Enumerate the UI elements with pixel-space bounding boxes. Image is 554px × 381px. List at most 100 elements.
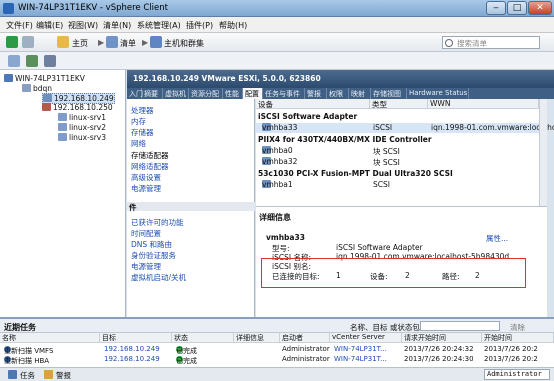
table-row[interactable]: vmhba0 块 SCSI <box>256 146 539 156</box>
host-header: 192.168.10.249 VMware ESXi, 5.0.0, 62386… <box>127 70 554 88</box>
nav-power-management-sw[interactable]: 电源管理 <box>131 261 161 272</box>
nav-networking[interactable]: 网络 <box>131 138 146 149</box>
column-header-vcenter[interactable]: vCenter Server <box>330 333 402 343</box>
nav-advanced-settings[interactable]: 高级设置 <box>131 172 161 183</box>
column-header-status[interactable]: 状态 <box>172 333 234 343</box>
close-button[interactable]: ✕ <box>528 1 552 15</box>
minimize-button[interactable]: ‒ <box>486 1 506 15</box>
home-icon[interactable] <box>57 36 69 48</box>
new-vm-icon[interactable] <box>8 55 20 67</box>
tab-configuration[interactable]: 配置 <box>243 88 263 99</box>
column-header-name[interactable]: 名称 <box>0 333 100 343</box>
column-header-initiator[interactable]: 启动者 <box>280 333 330 343</box>
vm-icon <box>58 123 67 131</box>
properties-link[interactable]: 属性... <box>486 233 508 244</box>
search-icon <box>445 39 453 47</box>
refresh-icon[interactable] <box>44 55 56 67</box>
task-target-link[interactable]: 192.168.10.249 <box>104 345 160 353</box>
column-header-target[interactable]: 目标 <box>100 333 172 343</box>
task-vcenter-link[interactable]: WIN-74LP31T... <box>334 355 387 363</box>
task-row[interactable]: 重新扫描 HBA 192.168.10.249 已完成 Administrato… <box>0 354 554 365</box>
nav-dns-routing[interactable]: DNS 和路由 <box>131 239 172 250</box>
search-inventory-input[interactable]: 搜索清单 <box>442 36 540 49</box>
task-target-link[interactable]: 192.168.10.249 <box>104 355 160 363</box>
column-header-device[interactable]: 设备 <box>256 99 370 109</box>
table-row[interactable]: vmhba33 iSCSI iqn.1998-01.com.vmware:loc… <box>256 123 554 133</box>
column-header-started[interactable]: 开始时间 <box>482 333 554 343</box>
nav-processors[interactable]: 处理器 <box>131 105 154 116</box>
window-title: WIN-74LP31T1EKV - vSphere Client <box>18 3 168 13</box>
clear-button[interactable]: 清除 <box>510 322 525 333</box>
recent-tasks-header: 近期任务 名称、目标 或状态包含： 清除 <box>0 319 554 333</box>
breadcrumb-home[interactable]: 主页 <box>72 38 88 49</box>
tab-tasks-events[interactable]: 任务与事件 <box>263 88 305 99</box>
tab-strip: 入门 摘要 虚拟机 资源分配 性能 配置 任务与事件 警报 权限 映射 存储视图… <box>127 88 554 99</box>
menu-file[interactable]: 文件(F) <box>6 20 33 31</box>
menu-administration[interactable]: 系统管理(A) <box>137 20 181 31</box>
column-header-details[interactable]: 详细信息 <box>234 333 280 343</box>
breadcrumb-inventory[interactable]: 清单 <box>120 38 136 49</box>
host-warning-icon <box>42 103 51 111</box>
nav-storage[interactable]: 存储器 <box>131 127 154 138</box>
tab-maps[interactable]: 映射 <box>349 88 371 99</box>
hosts-clusters-icon <box>150 36 162 48</box>
vertical-scrollbar[interactable] <box>539 99 547 206</box>
new-resource-pool-icon[interactable] <box>26 55 38 67</box>
nav-time-configuration[interactable]: 时间配置 <box>131 228 161 239</box>
menu-inventory[interactable]: 清单(N) <box>103 20 131 31</box>
adapter-type: 块 SCSI <box>373 147 400 156</box>
details-title: 详细信息 <box>259 213 291 222</box>
vcenter-icon <box>4 74 13 82</box>
nav-memory[interactable]: 内存 <box>131 116 146 127</box>
tree-vm[interactable]: linux-srv1 <box>58 113 106 122</box>
menu-help[interactable]: 帮助(H) <box>219 20 247 31</box>
tab-vms[interactable]: 虚拟机 <box>163 88 189 99</box>
table-row[interactable]: vmhba32 块 SCSI <box>256 157 539 167</box>
current-user: Administrator <box>484 369 550 380</box>
inventory-tree: WIN-74LP31T1EKV bdqn 192.168.10.249 192.… <box>0 70 126 317</box>
nav-licensed-features[interactable]: 已获许可的功能 <box>131 217 184 228</box>
column-header-type[interactable]: 类型 <box>370 99 428 109</box>
tasks-button[interactable]: 任务 <box>20 370 35 381</box>
tab-storage-views[interactable]: 存储视图 <box>371 88 407 99</box>
tab-summary[interactable]: 摘要 <box>142 88 163 99</box>
vm-icon <box>58 113 67 121</box>
tree-datacenter[interactable]: bdqn <box>22 84 52 93</box>
breadcrumb-hosts-clusters[interactable]: 主机和群集 <box>164 38 204 49</box>
tab-resource-allocation[interactable]: 资源分配 <box>189 88 223 99</box>
task-start-time: 2013/7/26 20:2 <box>484 345 538 353</box>
back-icon[interactable] <box>6 36 18 48</box>
maximize-button[interactable]: □ <box>507 1 527 15</box>
tab-getting-started[interactable]: 入门 <box>127 88 143 99</box>
tab-permissions[interactable]: 权限 <box>327 88 349 99</box>
tab-hardware-status[interactable]: Hardware Status <box>407 88 469 99</box>
task-filter-input[interactable] <box>420 321 500 331</box>
nav-power-management[interactable]: 电源管理 <box>131 183 161 194</box>
forward-icon[interactable] <box>22 36 34 48</box>
adapter-wwn: iqn.1998-01.com.vmware:localhost <box>431 123 554 132</box>
table-row[interactable]: vmhba1 SCSI <box>256 180 539 190</box>
column-header-wwn[interactable]: WWN <box>428 99 539 109</box>
alarms-button[interactable]: 警报 <box>56 370 71 381</box>
task-vcenter-link[interactable]: WIN-74LP31T... <box>334 345 387 353</box>
nav-network-adapters[interactable]: 网络适配器 <box>131 161 169 172</box>
task-requested-time: 2013/7/26 20:24:32 <box>404 345 474 353</box>
tree-host-250[interactable]: 192.168.10.250 <box>42 103 113 112</box>
menu-edit[interactable]: 编辑(E) <box>36 20 63 31</box>
nav-vm-startup-shutdown[interactable]: 虚拟机启动/关机 <box>131 272 186 283</box>
menu-view[interactable]: 视图(W) <box>68 20 98 31</box>
host-icon <box>43 94 52 102</box>
storage-adapters-table: 设备 类型 WWN iSCSI Software Adapter vmhba33… <box>256 99 554 206</box>
tree-vm[interactable]: linux-srv2 <box>58 123 106 132</box>
nav-storage-adapters[interactable]: 存储适配器 <box>131 150 169 161</box>
task-row[interactable]: 重新扫描 VMFS 192.168.10.249 已完成 Administrat… <box>0 344 554 355</box>
model-value: iSCSI Software Adapter <box>336 243 423 252</box>
tree-root[interactable]: WIN-74LP31T1EKV <box>4 74 85 83</box>
tree-vm[interactable]: linux-srv3 <box>58 133 106 142</box>
alarms-icon <box>44 370 53 379</box>
column-header-requested[interactable]: 请求开始时间 <box>402 333 482 343</box>
menu-plugins[interactable]: 插件(P) <box>186 20 213 31</box>
tab-performance[interactable]: 性能 <box>223 88 243 99</box>
tab-alarms[interactable]: 警报 <box>305 88 327 99</box>
nav-authentication-services[interactable]: 身份验证服务 <box>131 250 176 261</box>
